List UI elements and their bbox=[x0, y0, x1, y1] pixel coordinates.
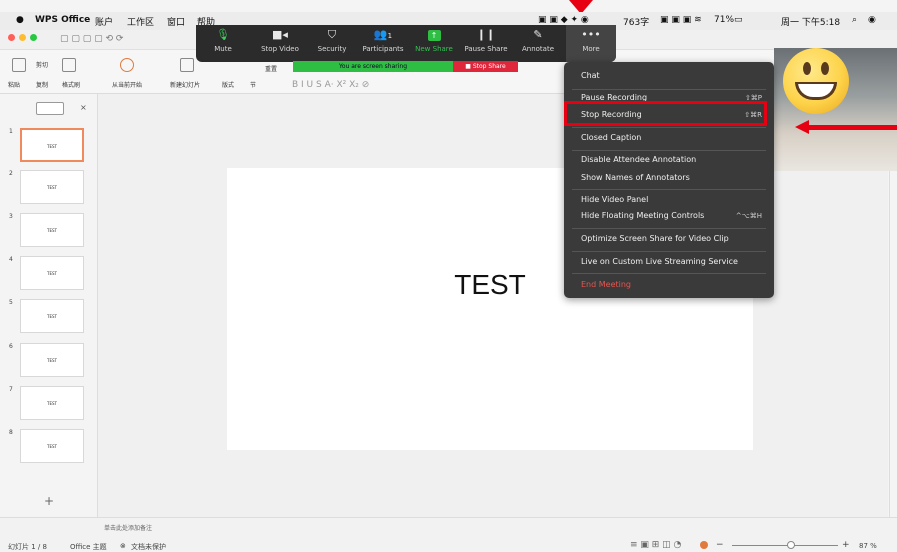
battery-icon: ▭ bbox=[734, 15, 743, 25]
clock[interactable]: 周一 下午5:18 bbox=[781, 15, 840, 28]
menu-item-hide-floating-controls[interactable]: Hide Floating Meeting Controls ^⌥⌘H bbox=[564, 206, 774, 226]
mic-icon: 🎙 bbox=[216, 28, 230, 41]
theme-label[interactable]: Office 主题 bbox=[70, 542, 107, 552]
slide-number: 5 bbox=[9, 299, 13, 306]
add-slide-button[interactable]: + bbox=[44, 494, 54, 508]
slide-thumbnail-panel: × 1 TEST 2 TEST 3 TEST 4 TEST 5 TEST 6 T… bbox=[0, 94, 98, 517]
stop-share-button[interactable]: ■ Stop Share bbox=[453, 61, 518, 72]
slide-number: 3 bbox=[9, 213, 13, 220]
more-icon: ••• bbox=[581, 28, 601, 41]
video-icon: ■◂ bbox=[272, 28, 288, 41]
play-slideshow-icon[interactable] bbox=[700, 541, 708, 549]
notes-placeholder[interactable]: 单击此处添加备注 bbox=[104, 523, 152, 532]
mute-button[interactable]: 🎙 Mute bbox=[202, 25, 244, 62]
slide-thumb[interactable]: TEST bbox=[20, 386, 84, 420]
close-panel-icon[interactable]: × bbox=[80, 103, 87, 112]
participants-button[interactable]: 👥1 Participants bbox=[356, 25, 410, 62]
slide-number: 8 bbox=[9, 429, 13, 436]
pen-icon: ✎ bbox=[533, 28, 543, 41]
spotlight-icon[interactable]: ⌕ bbox=[852, 15, 857, 25]
annotation-arrow-head bbox=[795, 120, 809, 134]
protect-status[interactable]: 文档未保护 bbox=[131, 542, 166, 552]
screen-share-bar: You are screen sharing ■ Stop Share bbox=[293, 61, 518, 72]
slide-thumb[interactable]: TEST bbox=[20, 299, 84, 333]
highlight-box bbox=[564, 101, 767, 126]
font-format-icons[interactable]: B I U S A· X² X₂ ⊘ bbox=[292, 80, 369, 90]
more-button[interactable]: ••• More bbox=[566, 25, 616, 62]
slide-counter: 幻灯片 1 / 8 bbox=[8, 543, 47, 551]
battery-percent: 71% bbox=[714, 15, 735, 25]
slide-thumb[interactable]: TEST bbox=[20, 170, 84, 204]
quick-access-icons[interactable]: ▢ ▢ ▢ ▢ ⟲ ⟳ bbox=[60, 34, 123, 44]
slide-thumb[interactable]: TEST bbox=[20, 128, 84, 162]
section-label[interactable]: 节 bbox=[250, 80, 256, 89]
input-icons: ▣ ▣ ▣ ≋ bbox=[660, 15, 702, 25]
annotation-arrow-line bbox=[808, 125, 897, 130]
menu-item-live-streaming[interactable]: Live on Custom Live Streaming Service bbox=[564, 252, 774, 272]
siri-icon[interactable]: ◉ bbox=[868, 15, 876, 25]
menu-item-disable-annotation[interactable]: Disable Attendee Annotation bbox=[564, 150, 774, 170]
menu-item-optimize-share[interactable]: Optimize Screen Share for Video Clip bbox=[564, 229, 774, 249]
pause-share-button[interactable]: ❙❙ Pause Share bbox=[458, 25, 514, 62]
format-painter-label[interactable]: 格式刷 bbox=[62, 80, 80, 89]
status-bar: 单击此处添加备注 幻灯片 1 / 8 Office 主题 ⊗ 文档未保护 ≡ ▣… bbox=[0, 517, 897, 552]
view-mode-icons[interactable]: ≡ ▣ ⊞ ◫ ◔ bbox=[630, 540, 681, 550]
slide-number: 6 bbox=[9, 343, 13, 350]
more-menu: Chat Pause Recording ⇧⌘P Stop Recording ⇧⌘… bbox=[564, 62, 774, 298]
slide-thumb[interactable]: TEST bbox=[20, 429, 84, 463]
zoom-slider-handle[interactable] bbox=[787, 541, 795, 549]
menu-item-show-annotator-names[interactable]: Show Names of Annotators bbox=[564, 168, 774, 188]
share-icon: ↑ bbox=[412, 25, 456, 45]
maximize-window-button[interactable] bbox=[30, 34, 37, 41]
participants-icon: 👥1 bbox=[373, 28, 393, 41]
new-share-button[interactable]: ↑ New Share bbox=[412, 25, 456, 62]
shield-icon: ⛉ bbox=[327, 28, 337, 41]
zoom-in-button[interactable]: + bbox=[842, 540, 850, 550]
menu-window[interactable]: 窗口 bbox=[167, 15, 185, 28]
close-window-button[interactable] bbox=[8, 34, 15, 41]
paste-label[interactable]: 粘贴 bbox=[8, 80, 20, 89]
pause-icon: ❙❙ bbox=[476, 28, 496, 41]
slide-number: 7 bbox=[9, 386, 13, 393]
paste-icon[interactable] bbox=[12, 58, 26, 72]
zoom-meeting-controls: 🎙 Mute ■◂ Stop Video ⛉ Security 👥1 Parti… bbox=[196, 25, 616, 62]
new-slide-icon[interactable] bbox=[180, 58, 194, 72]
menu-workspace[interactable]: 工作区 bbox=[127, 15, 154, 28]
slide-number: 1 bbox=[9, 128, 13, 135]
menu-account[interactable]: 账户 bbox=[95, 15, 113, 28]
smiley-emoji-icon bbox=[783, 48, 849, 114]
copy-label[interactable]: 复制 bbox=[36, 80, 48, 89]
format-painter-icon[interactable] bbox=[62, 58, 76, 72]
status-icons: ▣ ▣ ◆ ✦ ◉ bbox=[538, 15, 589, 25]
sharing-status: You are screen sharing bbox=[293, 61, 453, 72]
annotate-button[interactable]: ✎ Annotate bbox=[516, 25, 560, 62]
layout-label[interactable]: 版式 bbox=[222, 80, 234, 89]
zoom-level[interactable]: 87 % bbox=[859, 542, 877, 550]
menu-item-end-meeting[interactable]: End Meeting bbox=[564, 275, 774, 295]
app-name[interactable]: WPS Office bbox=[35, 15, 90, 25]
cut-label[interactable]: 剪切 bbox=[36, 60, 48, 69]
stop-video-button[interactable]: ■◂ Stop Video bbox=[250, 25, 310, 62]
menu-item-closed-caption[interactable]: Closed Caption bbox=[564, 128, 774, 148]
zoom-slider[interactable] bbox=[732, 545, 838, 546]
minimize-window-button[interactable] bbox=[19, 34, 26, 41]
slide-number: 2 bbox=[9, 170, 13, 177]
play-icon[interactable] bbox=[120, 58, 134, 72]
play-from-current[interactable]: 从当前开始 bbox=[112, 80, 142, 89]
security-button[interactable]: ⛉ Security bbox=[310, 25, 354, 62]
view-toggle-icon[interactable] bbox=[36, 102, 64, 115]
reset-label[interactable]: 重置 bbox=[265, 64, 277, 73]
slide-thumb[interactable]: TEST bbox=[20, 256, 84, 290]
word-count: 763字 bbox=[623, 18, 650, 28]
zoom-out-button[interactable]: − bbox=[716, 540, 724, 550]
menu-item-chat[interactable]: Chat bbox=[564, 66, 774, 86]
new-slide-label[interactable]: 新建幻灯片 bbox=[170, 80, 200, 89]
apple-icon[interactable]: ● bbox=[16, 15, 24, 25]
slide-number: 4 bbox=[9, 256, 13, 263]
slide-thumb[interactable]: TEST bbox=[20, 213, 84, 247]
screen: ● WPS Office 账户 工作区 窗口 帮助 ▣ ▣ ◆ ✦ ◉ 763字… bbox=[0, 0, 897, 552]
shield-icon: ⊗ bbox=[120, 542, 126, 550]
slide-thumb[interactable]: TEST bbox=[20, 343, 84, 377]
